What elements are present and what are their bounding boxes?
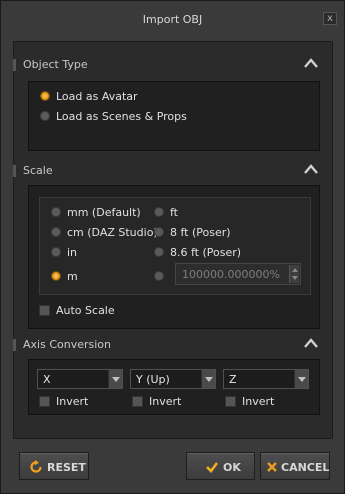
axis-conversion-title: Axis Conversion [23,338,111,351]
section-grip [13,59,16,71]
chevron-up-icon[interactable] [303,56,319,70]
radio-label: in [67,246,78,259]
radio-dot-selected [51,271,61,281]
chevron-down-icon[interactable] [108,370,122,388]
reset-icon [30,460,42,473]
chevron-down-icon[interactable] [201,370,215,388]
invert-label: Invert [149,395,182,408]
radio-dot [51,207,61,217]
radio-label: Load as Avatar [56,90,138,103]
cancel-x-icon [267,462,277,472]
checkbox-box [39,396,50,407]
checkbox-box [39,305,50,316]
invert-label: Invert [242,395,275,408]
radio-dot [51,227,61,237]
object-type-title: Object Type [23,58,88,71]
scale-header[interactable]: Scale [13,162,319,182]
axis-y-value: Y (Up) [136,373,170,386]
object-type-header[interactable]: Object Type [13,56,319,76]
scale-title: Scale [23,164,53,177]
radio-dot-selected [40,91,50,101]
chevron-up-icon[interactable] [303,162,319,176]
axis-x-value: X [43,373,51,386]
radio-dot [154,207,164,217]
axis-z-value: Z [229,373,237,386]
axis-x-select[interactable]: X [37,369,123,389]
radio-dot [51,247,61,257]
radio-label: m [67,270,78,283]
auto-scale-label: Auto Scale [56,304,115,317]
axis-conversion-header[interactable]: Axis Conversion [13,336,319,356]
invert-label: Invert [56,395,89,408]
axis-z-select[interactable]: Z [223,369,309,389]
radio-label: cm (DAZ Studio) [67,226,158,239]
radio-dot [154,247,164,257]
checkmark-icon [206,462,219,473]
cancel-label: CANCEL [281,461,330,474]
close-icon: x [327,13,333,24]
radio-label: Load as Scenes & Props [56,110,187,123]
custom-scale-input[interactable]: 100000.000000% [175,263,301,285]
section-grip [13,339,16,351]
reset-button[interactable]: RESET [19,452,89,480]
checkbox-box [225,396,236,407]
radio-dot [154,271,164,281]
radio-dot [154,227,164,237]
spin-up-icon[interactable] [292,268,298,272]
import-obj-dialog: Import OBJ x Object Type Load as Avatar … [0,0,345,494]
radio-label: 8.6 ft (Poser) [170,246,242,259]
chevron-down-icon[interactable] [294,370,308,388]
title-bar[interactable]: Import OBJ x [1,1,344,35]
checkbox-box [132,396,143,407]
scale-spinner[interactable] [289,265,299,283]
axis-y-select[interactable]: Y (Up) [130,369,216,389]
radio-label: mm (Default) [67,206,141,219]
ok-button[interactable]: OK [186,452,255,480]
cancel-button[interactable]: CANCEL [260,452,330,480]
chevron-up-icon[interactable] [303,336,319,350]
ok-label: OK [223,461,241,474]
dialog-title: Import OBJ [142,13,203,26]
radio-label: ft [170,206,178,219]
radio-dot [40,111,50,121]
spin-down-icon[interactable] [292,276,298,280]
custom-scale-value: 100000.000000% [182,268,280,281]
radio-label: 8 ft (Poser) [170,226,231,239]
reset-label: RESET [47,461,86,474]
close-button[interactable]: x [323,12,337,25]
section-grip [13,165,16,177]
